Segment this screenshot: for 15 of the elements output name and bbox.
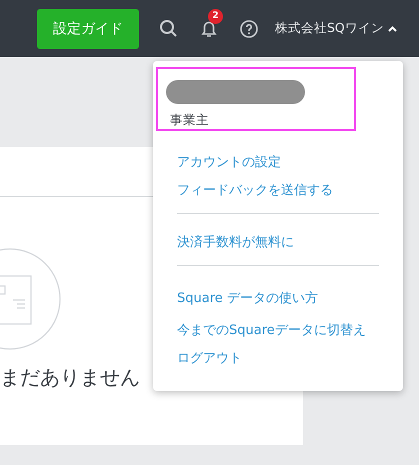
setup-guide-button[interactable]: 設定ガイド: [37, 8, 139, 48]
empty-state-message: まだありません: [0, 364, 140, 391]
account-role: 事業主: [169, 112, 210, 129]
help-icon[interactable]: [239, 18, 259, 38]
menu-item[interactable]: アカウントの設定: [177, 147, 281, 179]
menu-item[interactable]: Square データの使い方: [177, 283, 318, 315]
caret-icon: [388, 26, 397, 32]
menu-item[interactable]: 決済手数料が無料に: [177, 231, 294, 255]
menu-item[interactable]: 今までのSquareデータに切替え: [177, 315, 366, 347]
search-icon[interactable]: [159, 18, 179, 38]
notification-badge: 2: [208, 8, 223, 24]
bell-icon[interactable]: [199, 18, 219, 38]
account-menu-button[interactable]: 株式会社SQワイン: [275, 20, 397, 37]
menu-item[interactable]: フィードバックを送信する: [177, 179, 333, 203]
menu-item[interactable]: ログアウト: [177, 347, 242, 371]
